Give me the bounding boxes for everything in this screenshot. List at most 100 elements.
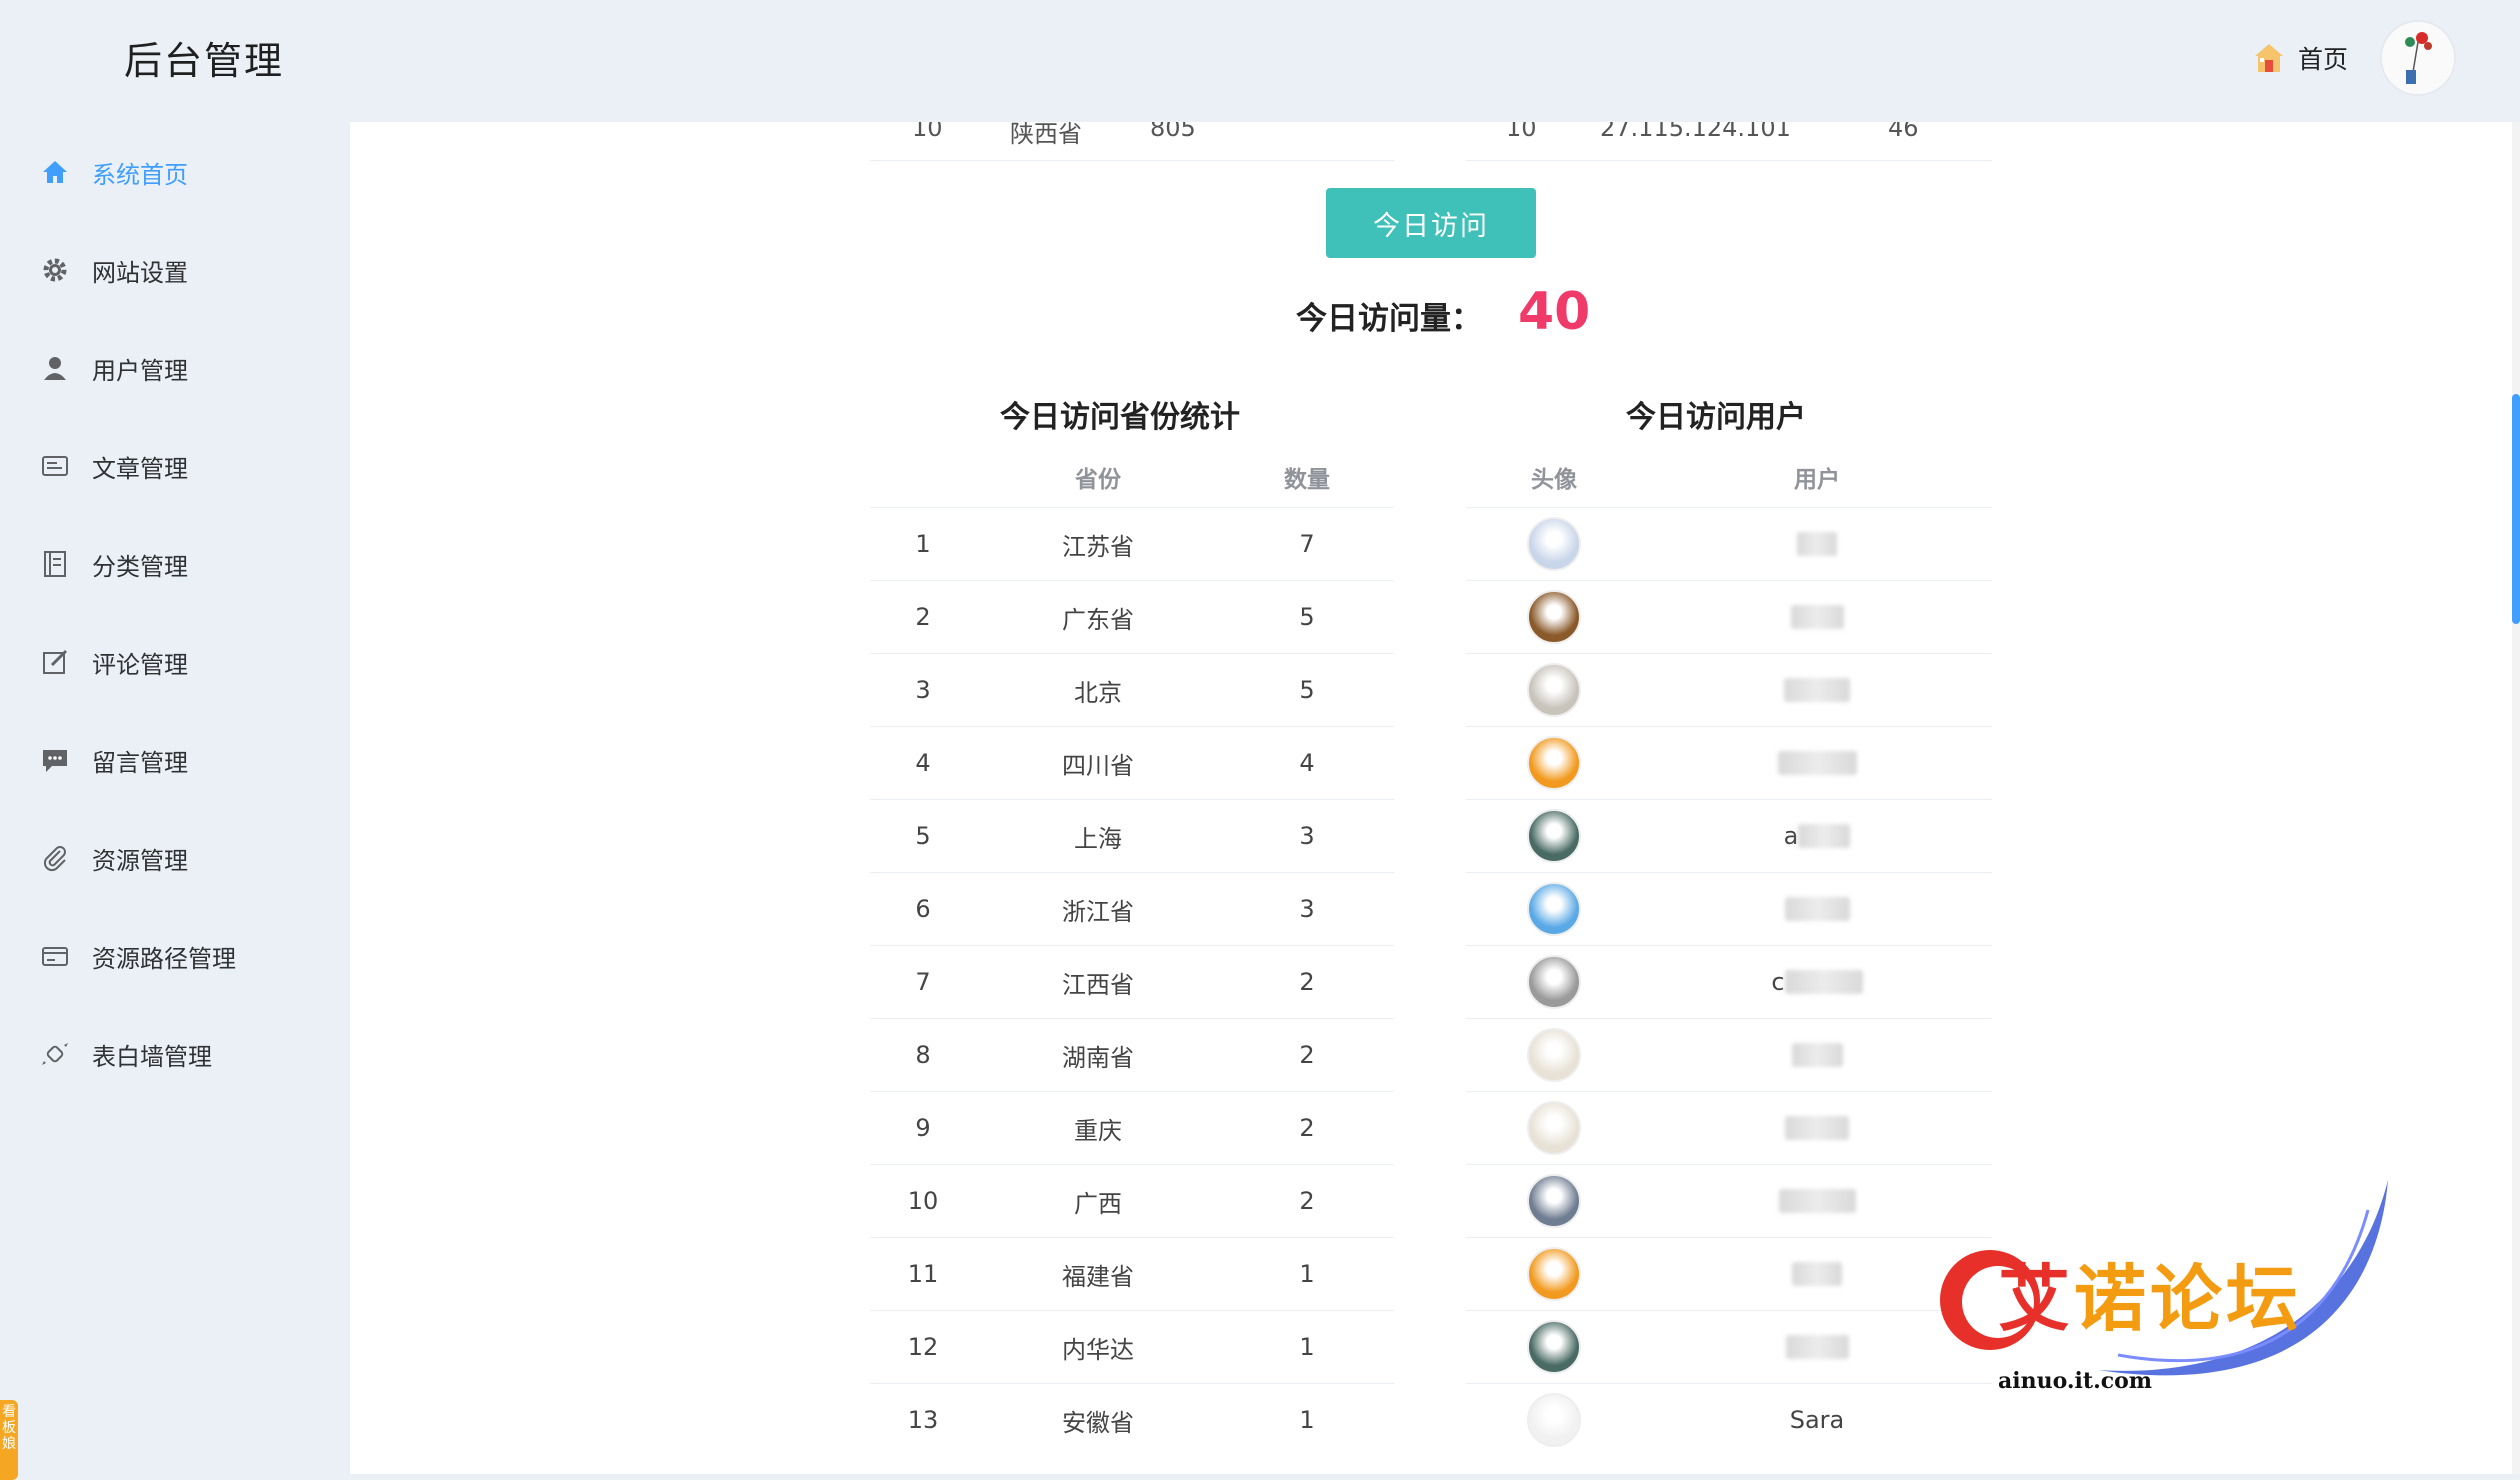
avatar-image-icon[interactable]	[1527, 882, 1581, 936]
column-header-count: 数量	[1284, 467, 1330, 493]
sidebar-item-users[interactable]: 用户管理	[40, 338, 188, 398]
cell-count: 1	[1299, 1333, 1315, 1361]
avatar-image-icon[interactable]	[1527, 1393, 1581, 1447]
avatar-image-icon[interactable]	[1527, 1101, 1581, 1155]
sidebar-item-resource-paths[interactable]: 资源路径管理	[40, 926, 236, 986]
cell-index: 5	[915, 822, 931, 850]
cell-province: 上海	[1074, 824, 1122, 853]
cell-avatar	[1466, 1019, 1642, 1091]
redacted-username-blur	[1791, 1043, 1843, 1067]
table-row: 8 湖南省 2	[870, 1018, 1394, 1091]
cell-avatar	[1466, 654, 1642, 726]
cell-user	[1642, 654, 1992, 726]
sidebar-item-label: 资源管理	[92, 846, 188, 875]
cell-index: 8	[915, 1041, 931, 1069]
cell-index: 10	[907, 1187, 939, 1215]
table-row: 3 北京 5	[870, 653, 1394, 726]
list-icon	[44, 551, 66, 577]
table-row: Sara	[1466, 1383, 1992, 1456]
prev-ip: 27.115.124.101	[1600, 122, 1791, 142]
username: Sara	[1789, 1406, 1845, 1434]
brand-title: 后台管理	[124, 39, 285, 83]
cell-count: 5	[1299, 676, 1315, 704]
user-avatar[interactable]	[2382, 22, 2454, 94]
cell-count: 4	[1299, 749, 1315, 777]
top-header: 后台管理 首页	[0, 0, 2520, 122]
avatar-image-icon[interactable]	[1527, 1028, 1581, 1082]
cell-province: 江西省	[1062, 970, 1134, 999]
cell-index: 11	[907, 1260, 939, 1288]
cell-province: 四川省	[1062, 751, 1134, 780]
avatar-image-icon[interactable]	[1527, 1247, 1581, 1301]
cell-user	[1642, 1092, 1992, 1164]
cell-count: 2	[1299, 1114, 1315, 1142]
avatar-image-icon[interactable]	[1527, 955, 1581, 1009]
cell-index: 13	[907, 1406, 939, 1434]
sidebar-item-label: 分类管理	[92, 552, 188, 581]
table-row	[1466, 653, 1992, 726]
sidebar-item-site-settings[interactable]: 网站设置	[40, 240, 188, 300]
sidebar-item-messages[interactable]: 留言管理	[40, 730, 188, 790]
table-row	[1466, 507, 1992, 580]
sidebar-item-label: 表白墙管理	[92, 1042, 212, 1071]
scrollbar-thumb[interactable]	[2512, 394, 2520, 624]
cell-province: 重庆	[1074, 1116, 1122, 1145]
column-header-avatar: 头像	[1531, 467, 1577, 493]
edit-icon	[43, 649, 68, 674]
cell-user: a	[1642, 800, 1992, 872]
cell-index: 9	[915, 1114, 931, 1142]
prev-ip-count: 46	[1888, 122, 1919, 142]
cell-avatar	[1466, 946, 1642, 1018]
live2d-tab[interactable]: 看板娘	[0, 1400, 18, 1480]
sidebar-item-confession-wall[interactable]: 表白墙管理	[40, 1024, 212, 1084]
table-row: 10 广西 2	[870, 1164, 1394, 1237]
avatar-image-icon[interactable]	[1527, 1320, 1581, 1374]
redacted-username-blur	[1784, 897, 1850, 921]
vertical-scrollbar[interactable]	[2512, 122, 2520, 1474]
cell-province: 湖南省	[1062, 1043, 1134, 1072]
cell-user: c	[1642, 946, 1992, 1018]
table-row: 6 浙江省 3	[870, 872, 1394, 945]
column-header-index	[870, 447, 976, 507]
table-row: 4 四川省 4	[870, 726, 1394, 799]
candy-icon	[42, 1043, 68, 1065]
sidebar-item-home[interactable]: 系统首页	[40, 142, 188, 202]
avatar-image-icon[interactable]	[1527, 663, 1581, 717]
home-link[interactable]: 首页	[2252, 40, 2348, 76]
sidebar-item-label: 留言管理	[92, 748, 188, 777]
home-icon	[43, 161, 67, 183]
prev-ip-index: 10	[1506, 122, 1537, 142]
today-visit-count: 今日访问量： 40	[1296, 282, 1590, 342]
table-row: 7 江西省 2	[870, 945, 1394, 1018]
today-visits-button[interactable]: 今日访问	[1326, 188, 1536, 258]
paperclip-icon	[43, 846, 66, 872]
user-icon	[44, 357, 66, 380]
sidebar-item-categories[interactable]: 分类管理	[40, 534, 188, 594]
cell-count: 3	[1299, 895, 1315, 923]
avatar-image-icon[interactable]	[1527, 517, 1581, 571]
redacted-username-blur	[1792, 1262, 1842, 1286]
sidebar-item-label: 资源路径管理	[92, 944, 236, 973]
home-link-label: 首页	[2297, 45, 2348, 74]
table-row: 13 安徽省 1	[870, 1383, 1394, 1456]
sidebar-item-articles[interactable]: 文章管理	[40, 436, 188, 496]
prev-province: 陕西省	[1010, 122, 1082, 148]
cell-count: 2	[1299, 1041, 1315, 1069]
sidebar-item-comments[interactable]: 评论管理	[40, 632, 188, 692]
sidebar-item-resources[interactable]: 资源管理	[40, 828, 188, 888]
table-row	[1466, 1237, 1992, 1310]
avatar-image-icon[interactable]	[1527, 590, 1581, 644]
sidebar-item-label: 用户管理	[92, 356, 188, 385]
cell-user	[1642, 873, 1992, 945]
table-row: 2 广东省 5	[870, 580, 1394, 653]
cell-province: 安徽省	[1062, 1408, 1134, 1437]
column-header-province: 省份	[1075, 467, 1121, 493]
table-row	[1466, 1164, 1992, 1237]
prev-count: 805	[1150, 122, 1196, 142]
avatar-image-icon[interactable]	[1527, 736, 1581, 790]
avatar-image-icon[interactable]	[1527, 809, 1581, 863]
avatar-image-icon[interactable]	[1527, 1174, 1581, 1228]
cell-province: 福建省	[1062, 1262, 1134, 1291]
cell-avatar	[1466, 1165, 1642, 1237]
table-row	[1466, 1091, 1992, 1164]
